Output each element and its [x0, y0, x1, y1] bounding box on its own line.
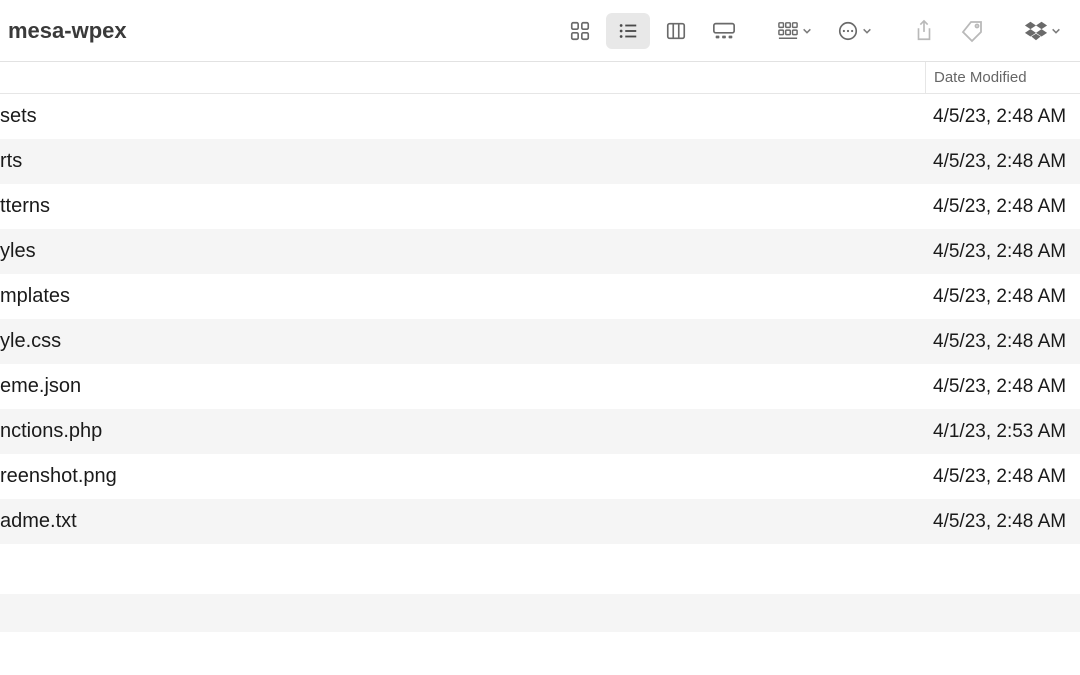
file-name: nctions.php	[0, 420, 925, 443]
view-mode-group	[558, 13, 746, 49]
file-name: rts	[0, 150, 925, 173]
file-list: sets4/5/23, 2:48 AMrts4/5/23, 2:48 AMtte…	[0, 94, 1080, 544]
dropbox-button[interactable]	[1014, 13, 1070, 49]
chevron-down-icon	[802, 26, 812, 36]
file-name: sets	[0, 105, 925, 128]
file-date: 4/5/23, 2:48 AM	[925, 106, 1080, 128]
file-name: adme.txt	[0, 510, 925, 533]
file-date: 4/1/23, 2:53 AM	[925, 421, 1080, 443]
file-row[interactable]: mplates4/5/23, 2:48 AM	[0, 274, 1080, 319]
file-date: 4/5/23, 2:48 AM	[925, 241, 1080, 263]
file-date: 4/5/23, 2:48 AM	[925, 286, 1080, 308]
tags-button[interactable]	[950, 13, 994, 49]
file-name: yle.css	[0, 330, 925, 353]
file-date: 4/5/23, 2:48 AM	[925, 466, 1080, 488]
grid-icon	[569, 20, 591, 42]
chevron-down-icon	[1051, 26, 1061, 36]
dropbox-group	[1014, 13, 1070, 49]
file-date: 4/5/23, 2:48 AM	[925, 331, 1080, 353]
group-by-button[interactable]	[766, 13, 822, 49]
column-header-date[interactable]: Date Modified	[925, 62, 1080, 93]
file-row[interactable]: yles4/5/23, 2:48 AM	[0, 229, 1080, 274]
view-icons-button[interactable]	[558, 13, 602, 49]
file-date: 4/5/23, 2:48 AM	[925, 196, 1080, 218]
column-header-row: Date Modified	[0, 62, 1080, 94]
arrange-group	[766, 13, 882, 49]
file-row[interactable]: eme.json4/5/23, 2:48 AM	[0, 364, 1080, 409]
file-date: 4/5/23, 2:48 AM	[925, 376, 1080, 398]
window-title: mesa-wpex	[8, 18, 127, 44]
dropbox-icon	[1024, 20, 1048, 42]
file-row[interactable]: nctions.php4/1/23, 2:53 AM	[0, 409, 1080, 454]
file-name: reenshot.png	[0, 465, 925, 488]
file-date: 4/5/23, 2:48 AM	[925, 151, 1080, 173]
file-row[interactable]: rts4/5/23, 2:48 AM	[0, 139, 1080, 184]
chevron-down-icon	[862, 26, 872, 36]
file-row[interactable]: reenshot.png4/5/23, 2:48 AM	[0, 454, 1080, 499]
file-row[interactable]: adme.txt4/5/23, 2:48 AM	[0, 499, 1080, 544]
view-columns-button[interactable]	[654, 13, 698, 49]
file-name: tterns	[0, 195, 925, 218]
footer-stripe	[0, 594, 1080, 632]
toolbar: mesa-wpex	[0, 0, 1080, 62]
columns-icon	[665, 20, 687, 42]
file-row[interactable]: tterns4/5/23, 2:48 AM	[0, 184, 1080, 229]
file-name: mplates	[0, 285, 925, 308]
file-row[interactable]: sets4/5/23, 2:48 AM	[0, 94, 1080, 139]
file-name: eme.json	[0, 375, 925, 398]
ellipsis-circle-icon	[837, 20, 859, 42]
view-gallery-button[interactable]	[702, 13, 746, 49]
share-icon	[913, 19, 935, 43]
file-date: 4/5/23, 2:48 AM	[925, 511, 1080, 533]
list-icon	[617, 20, 639, 42]
view-list-button[interactable]	[606, 13, 650, 49]
more-actions-button[interactable]	[826, 13, 882, 49]
gallery-icon	[712, 20, 736, 42]
share-button[interactable]	[902, 13, 946, 49]
tag-icon	[960, 19, 984, 43]
group-icon	[777, 21, 799, 41]
share-group	[902, 13, 994, 49]
file-name: yles	[0, 240, 925, 263]
file-row[interactable]: yle.css4/5/23, 2:48 AM	[0, 319, 1080, 364]
